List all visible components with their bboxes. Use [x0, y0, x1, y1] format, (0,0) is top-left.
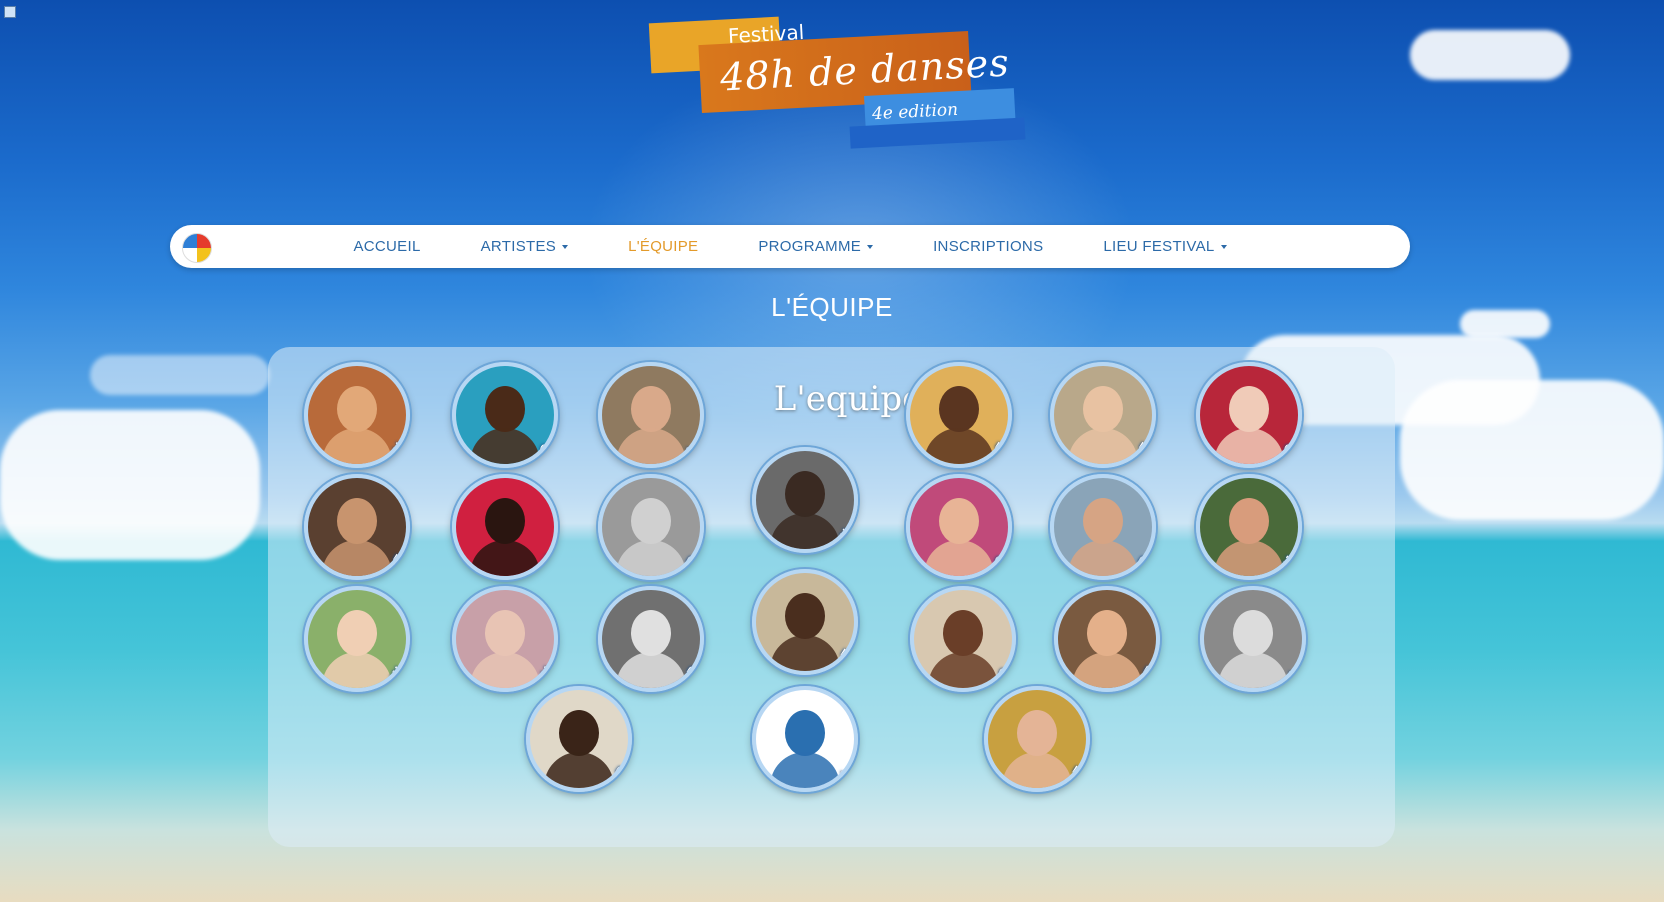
- portrait-photo: [559, 710, 599, 756]
- team-member-avatar[interactable]: Christian N.: [752, 447, 858, 553]
- caret-down-icon: [1220, 245, 1227, 250]
- main-navbar: ACCUEIL ARTISTES L'ÉQUIPE PROGRAMME INSCRIPT…: [170, 225, 1410, 268]
- team-member-avatar[interactable]: Yannick P.: [526, 686, 632, 792]
- portrait-photo: [785, 710, 825, 756]
- team-member-avatar[interactable]: Francis F.: [304, 474, 410, 580]
- nav-item-label: LIEU FESTIVAL: [1103, 238, 1215, 255]
- portrait-photo: [943, 610, 983, 656]
- team-member-avatar[interactable]: Jennifer R.: [598, 474, 704, 580]
- festival-logo[interactable]: Festival 48h de danses 4e edition: [610, 10, 1030, 160]
- portrait-photo: [1017, 710, 1057, 756]
- cloud: [0, 410, 260, 560]
- nav-item-label: INSCRIPTIONS: [933, 238, 1044, 255]
- portrait-photo: [337, 610, 377, 656]
- portrait-photo: [631, 498, 671, 544]
- cloud: [1410, 30, 1570, 80]
- portrait-photo: [337, 386, 377, 432]
- portrait-photo: [1233, 610, 1273, 656]
- team-member-avatar[interactable]: Mélanie P.: [598, 586, 704, 692]
- caret-down-icon: [867, 245, 874, 250]
- team-member-avatar[interactable]: Lucie W.: [304, 586, 410, 692]
- team-member-avatar[interactable]: Julien R.: [1050, 474, 1156, 580]
- cloud: [90, 355, 270, 395]
- team-member-avatar[interactable]: Julie C.: [906, 474, 1012, 580]
- nav-item-label: L'ÉQUIPE: [628, 238, 699, 255]
- team-member-avatar[interactable]: Amor C.: [452, 362, 558, 468]
- team-member-avatar[interactable]: Solène T.: [1054, 586, 1160, 692]
- team-member-avatar[interactable]: Audrey L.: [598, 362, 704, 468]
- portrait-photo: [785, 471, 825, 517]
- team-member-avatar[interactable]: Joaness T.: [752, 569, 858, 675]
- team-member-avatar[interactable]: Maeva V.: [452, 586, 558, 692]
- portrait-photo: [785, 593, 825, 639]
- portrait-photo: [939, 498, 979, 544]
- team-member-avatar[interactable]: Christine F.: [906, 362, 1012, 468]
- nav-item-l-équipe[interactable]: L'ÉQUIPE: [628, 238, 698, 255]
- nav-item-artistes[interactable]: ARTISTES: [480, 238, 569, 255]
- page-title: L'ÉQUIPE: [771, 292, 893, 322]
- portrait-photo: [1229, 386, 1269, 432]
- nav-item-label: ACCUEIL: [353, 238, 421, 255]
- portrait-photo: [1083, 498, 1123, 544]
- team-member-avatar[interactable]: Stephanie L.: [1200, 586, 1306, 692]
- team-member-avatar[interactable]: Yannis T.: [984, 686, 1090, 792]
- portrait-photo: [485, 498, 525, 544]
- logo-festival-text: Festival: [727, 20, 805, 48]
- portrait-photo: [485, 610, 525, 656]
- nav-item-label: PROGRAMME: [758, 238, 862, 255]
- portrait-photo: [1087, 610, 1127, 656]
- portrait-shoulders: [470, 540, 540, 576]
- nav-menu: ACCUEIL ARTISTES L'ÉQUIPE PROGRAMME INSCRIPT…: [170, 225, 1410, 268]
- nav-item-label: ARTISTES: [480, 238, 557, 255]
- portrait-photo: [1083, 386, 1123, 432]
- portrait-photo: [631, 386, 671, 432]
- cloud: [1400, 380, 1664, 520]
- team-member-avatar[interactable]: Amelie V.: [304, 362, 410, 468]
- portrait-photo: [1229, 498, 1269, 544]
- portrait-photo: [939, 386, 979, 432]
- team-member-avatar[interactable]: Marie L.: [752, 686, 858, 792]
- nav-item-programme[interactable]: PROGRAMME: [758, 238, 874, 255]
- nav-item-accueil[interactable]: ACCUEIL: [353, 238, 420, 255]
- portrait-photo: [485, 386, 525, 432]
- portrait-photo: [631, 610, 671, 656]
- team-panel: L'equipe Amelie V.Amor C.Audrey L.Christ…: [268, 347, 1395, 847]
- nav-item-lieu-festival[interactable]: LIEU FESTIVAL: [1103, 238, 1227, 255]
- broken-image-icon: [4, 6, 16, 18]
- team-member-avatar[interactable]: Claire F.: [1050, 362, 1156, 468]
- team-member-avatar[interactable]: Ibra: [452, 474, 558, 580]
- team-member-avatar[interactable]: Natacha C.: [910, 586, 1016, 692]
- team-member-avatar[interactable]: Laurence M.: [1196, 474, 1302, 580]
- nav-item-inscriptions[interactable]: INSCRIPTIONS: [933, 238, 1043, 255]
- portrait-photo: [337, 498, 377, 544]
- team-member-avatar[interactable]: Elodie C.: [1196, 362, 1302, 468]
- caret-down-icon: [562, 245, 569, 250]
